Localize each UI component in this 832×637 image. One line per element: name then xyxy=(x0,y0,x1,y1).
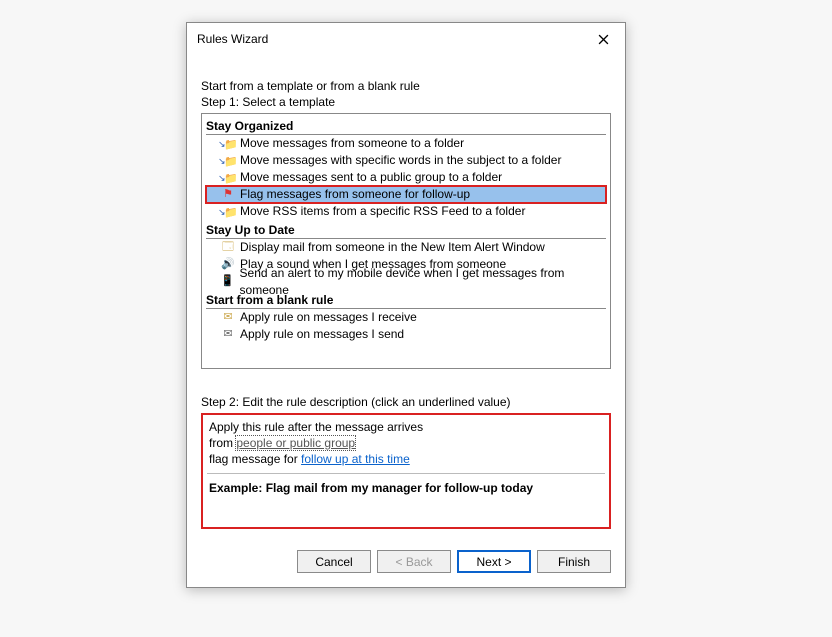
rss-folder-icon: ↘📁 xyxy=(220,205,236,219)
close-button[interactable] xyxy=(589,29,617,49)
move-folder-icon: ↘📁 xyxy=(220,171,236,185)
template-label: Move RSS items from a specific RSS Feed … xyxy=(240,203,525,220)
template-move-specific-words[interactable]: ↘📁 Move messages with specific words in … xyxy=(206,152,606,169)
template-label: Apply rule on messages I send xyxy=(240,326,404,343)
template-move-public-group[interactable]: ↘📁 Move messages sent to a public group … xyxy=(206,169,606,186)
template-display-alert[interactable]: 🗔 Display mail from someone in the New I… xyxy=(206,239,606,256)
send-icon: ✉ xyxy=(220,328,236,342)
next-button[interactable]: Next > xyxy=(457,550,531,573)
template-mobile-alert[interactable]: 📱 Send an alert to my mobile device when… xyxy=(206,273,606,290)
section-stay-up-to-date: Stay Up to Date xyxy=(206,222,606,239)
move-folder-icon: ↘📁 xyxy=(220,154,236,168)
template-move-rss[interactable]: ↘📁 Move RSS items from a specific RSS Fe… xyxy=(206,203,606,220)
link-people-group[interactable]: people or public group xyxy=(236,436,355,450)
rule-description-box: Apply this rule after the message arrive… xyxy=(201,413,611,529)
desc-line-flag: flag message for follow up at this time xyxy=(209,451,603,467)
close-icon xyxy=(598,34,609,45)
template-label: Display mail from someone in the New Ite… xyxy=(240,239,545,256)
template-move-from-someone[interactable]: ↘📁 Move messages from someone to a folde… xyxy=(206,135,606,152)
desc-flag-prefix: flag message for xyxy=(209,452,301,466)
back-button[interactable]: < Back xyxy=(377,550,451,573)
step2-label: Step 2: Edit the rule description (click… xyxy=(201,395,611,409)
template-blank-send[interactable]: ✉ Apply rule on messages I send xyxy=(206,326,606,343)
desc-example: Example: Flag mail from my manager for f… xyxy=(209,480,603,496)
template-label: Move messages from someone to a folder xyxy=(240,135,464,152)
template-listbox[interactable]: Stay Organized ↘📁 Move messages from som… xyxy=(201,113,611,369)
flag-icon: ⚑ xyxy=(220,188,236,202)
desc-from-prefix: from xyxy=(209,436,236,450)
envelope-icon: ✉ xyxy=(220,311,236,325)
template-flag-followup[interactable]: ⚑ Flag messages from someone for follow-… xyxy=(206,186,606,203)
rules-wizard-dialog: Rules Wizard Start from a template or fr… xyxy=(186,22,626,588)
template-blank-receive[interactable]: ✉ Apply rule on messages I receive xyxy=(206,309,606,326)
finish-button[interactable]: Finish xyxy=(537,550,611,573)
template-label: Move messages with specific words in the… xyxy=(240,152,561,169)
dialog-title: Rules Wizard xyxy=(197,32,268,46)
desc-line-from: from people or public group xyxy=(209,435,603,451)
move-folder-icon: ↘📁 xyxy=(220,137,236,151)
dialog-button-row: Cancel < Back Next > Finish xyxy=(187,538,625,587)
instruction-text: Start from a template or from a blank ru… xyxy=(201,79,611,93)
template-label: Move messages sent to a public group to … xyxy=(240,169,502,186)
template-label: Flag messages from someone for follow-up xyxy=(240,186,470,203)
step1-label: Step 1: Select a template xyxy=(201,95,611,109)
link-followup-time[interactable]: follow up at this time xyxy=(301,452,410,466)
mobile-icon: 📱 xyxy=(220,275,236,289)
titlebar: Rules Wizard xyxy=(187,23,625,53)
template-label: Apply rule on messages I receive xyxy=(240,309,417,326)
desc-line-apply: Apply this rule after the message arrive… xyxy=(209,419,603,435)
section-stay-organized: Stay Organized xyxy=(206,118,606,135)
description-divider xyxy=(207,473,605,474)
dialog-content: Start from a template or from a blank ru… xyxy=(187,53,625,538)
sound-icon: 🔊 xyxy=(220,258,236,272)
cancel-button[interactable]: Cancel xyxy=(297,550,371,573)
alert-window-icon: 🗔 xyxy=(220,241,236,255)
